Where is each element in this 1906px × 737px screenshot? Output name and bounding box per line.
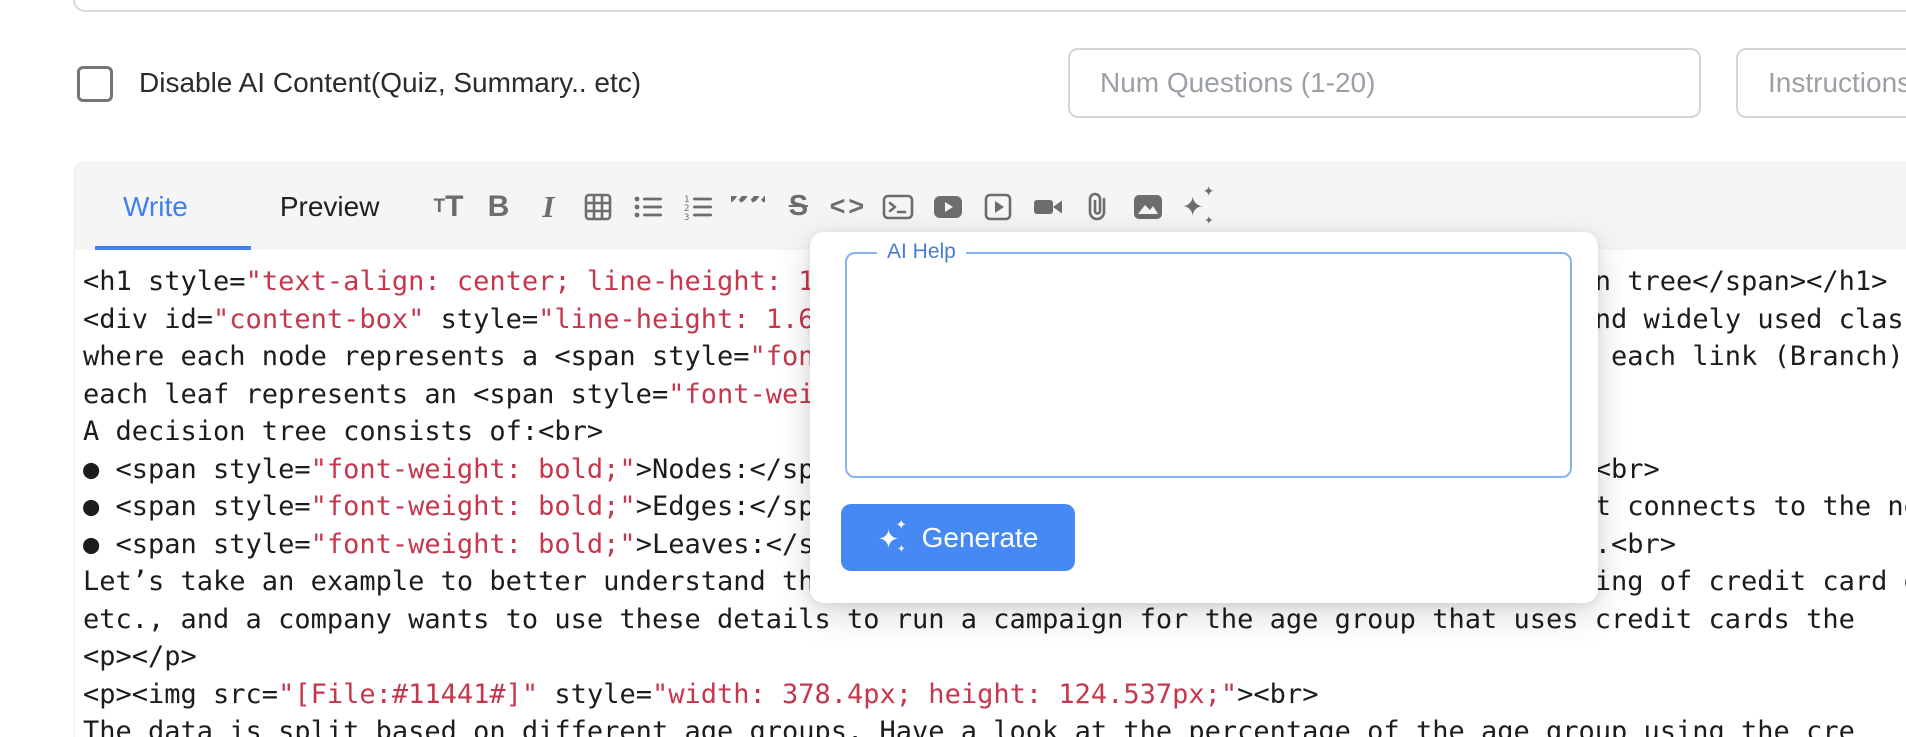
bulleted-list-icon[interactable] <box>631 190 665 224</box>
ai-help-field: AI Help <box>845 252 1572 478</box>
ai-help-textarea[interactable] <box>853 260 1564 470</box>
code-line: <p></p> <box>83 638 1906 676</box>
generate-label: Generate <box>922 522 1039 554</box>
code-line: <p><img src="[File:#11441#]" style="widt… <box>83 676 1906 714</box>
instructions-input[interactable] <box>1736 48 1906 118</box>
disable-ai-checkbox[interactable] <box>77 66 113 102</box>
previous-field-remnant <box>73 0 1906 12</box>
code-line: The data is split based on different age… <box>83 713 1906 737</box>
numbered-list-icon[interactable]: 123 <box>681 190 715 224</box>
strikethrough-icon[interactable]: S <box>781 190 815 224</box>
video-camera-icon[interactable] <box>1031 190 1065 224</box>
tab-write[interactable]: Write <box>123 191 188 223</box>
code-icon[interactable]: <> <box>831 190 865 224</box>
code-line: etc., and a company wants to use these d… <box>83 601 1906 639</box>
attachment-icon[interactable] <box>1081 190 1115 224</box>
sparkle-icon: ✦✦✦ <box>878 523 908 553</box>
youtube-icon[interactable] <box>931 190 965 224</box>
svg-text:3: 3 <box>684 213 689 222</box>
terminal-icon[interactable] <box>881 190 915 224</box>
quote-icon[interactable]: ”” <box>731 196 765 218</box>
image-icon[interactable] <box>1131 190 1165 224</box>
num-questions-input[interactable] <box>1068 48 1701 118</box>
table-icon[interactable] <box>581 190 615 224</box>
ai-help-popup: AI Help ✦✦✦ Generate <box>810 232 1598 603</box>
text-size-icon[interactable]: TT <box>431 190 465 224</box>
editor-toolbar: TT B I 123 ”” S <> <box>431 190 1215 224</box>
disable-ai-label: Disable AI Content(Quiz, Summary.. etc) <box>139 67 641 99</box>
italic-icon[interactable]: I <box>531 190 565 224</box>
play-video-icon[interactable] <box>981 190 1015 224</box>
bold-icon[interactable]: B <box>481 190 515 224</box>
ai-sparkle-icon[interactable]: ✦✦✦ <box>1181 190 1215 224</box>
generate-button[interactable]: ✦✦✦ Generate <box>841 504 1075 571</box>
tab-preview[interactable]: Preview <box>280 191 380 223</box>
